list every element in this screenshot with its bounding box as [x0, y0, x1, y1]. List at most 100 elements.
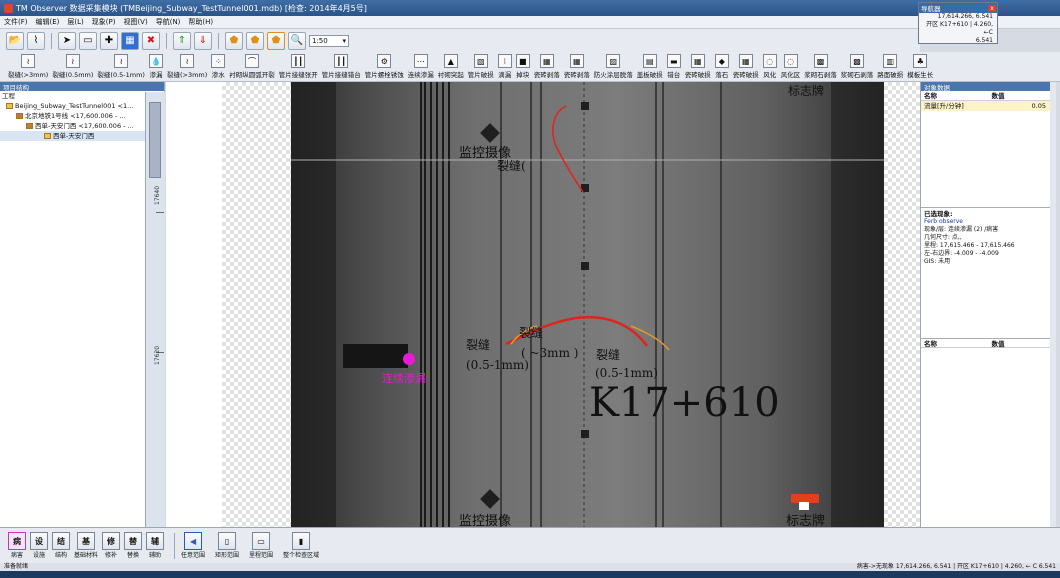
add-point-icon[interactable]: ✚: [100, 31, 118, 50]
tool-label: 盖板破损: [636, 71, 663, 79]
tool-rock-button[interactable]: ◆ 落石: [714, 52, 729, 79]
bell-icon[interactable]: ⬟: [225, 31, 243, 50]
crack-icon: ≀: [65, 54, 80, 68]
ruler-label: 17620: [154, 345, 162, 366]
tool-bolt-button[interactable]: ⚙ 管片螺栓锈蚀: [365, 52, 404, 79]
tool-water-button[interactable]: ⁘ 渗水: [211, 52, 226, 79]
tool-crack-button[interactable]: ≀ 裂缝(0.5-1mm): [97, 52, 145, 79]
seam-icon: ┃┃: [291, 54, 306, 68]
tree-item-project[interactable]: Beijing_Subway_TestTunnel001 <1...: [0, 101, 164, 111]
mode-cursor-button[interactable]: ◀ 任意范围: [181, 532, 205, 559]
weather-icon: ◌: [783, 54, 798, 68]
bell-active-icon[interactable]: ⬟: [267, 31, 285, 50]
category-0-button[interactable]: 病病害: [8, 532, 26, 559]
tool-leak-button[interactable]: ⋯ 连续渗漏: [408, 52, 434, 79]
tool-arc-button[interactable]: ⌒ 衬砌纵圆弧开裂: [229, 52, 275, 79]
polyline-icon[interactable]: ⌇: [27, 31, 45, 50]
zoom-select[interactable]: 1:50 ▾: [309, 34, 349, 47]
category-6-button[interactable]: 辅辅助: [146, 532, 165, 559]
tool-grow-button[interactable]: ♣ 模板生长: [907, 52, 933, 79]
tool-tile-button[interactable]: ▦ 瓷砖剥落: [564, 52, 590, 79]
tool-tile-button[interactable]: ▦ 瓷砖破损: [733, 52, 759, 79]
bell-alt-icon[interactable]: ⬟: [246, 31, 264, 50]
menu-edit[interactable]: 编辑(E): [32, 17, 64, 27]
tool-crack-button[interactable]: ≀ 裂缝(0.5mm): [52, 52, 93, 79]
mode-range-button[interactable]: ▭ 里程范围: [249, 532, 273, 559]
water-icon: ⁘: [211, 54, 226, 68]
seam-icon: ┃┃: [334, 54, 349, 68]
tool-break-button[interactable]: ▧ 管片破损: [468, 52, 494, 79]
category-1-button[interactable]: 设设施: [30, 532, 48, 559]
tool-masonry-button[interactable]: ▩ 浆砌石剥落: [804, 52, 837, 79]
status-bar: 准备就绪 病害->无现象 17,614.266, 6.541 | 开区 K17+…: [0, 563, 1060, 571]
label-sign-top: 标志牌: [788, 84, 825, 98]
leak-marker[interactable]: [403, 353, 415, 365]
category-label: 修补: [105, 552, 118, 559]
category-2-button[interactable]: 结结构: [52, 532, 70, 559]
mode-rect-button[interactable]: ▯ 矩形范围: [215, 532, 239, 559]
tree-root[interactable]: 工程: [0, 91, 164, 101]
select-rect-icon[interactable]: ▭: [79, 31, 97, 50]
tool-masonry-button[interactable]: ▩ 浆砌石剥落: [841, 52, 873, 79]
tool-weather-button[interactable]: ◌ 风化区: [781, 52, 800, 79]
menu-phenomenon[interactable]: 现象(P): [88, 17, 120, 27]
info-line: 左-右边界: -4.009 - -4.009: [924, 250, 999, 257]
menu-view[interactable]: 视图(V): [119, 17, 151, 27]
tool-bump-button[interactable]: ▲ 衬砌突起: [438, 52, 464, 79]
arrow-down-icon[interactable]: ⇓: [194, 31, 212, 50]
category-icon: 替: [124, 532, 143, 550]
menu-layer[interactable]: 层(L): [63, 17, 87, 27]
tool-weather-button[interactable]: ◌ 风化: [762, 52, 777, 79]
delete-icon[interactable]: ✖: [142, 31, 160, 50]
tool-drop-button[interactable]: 💧 渗漏: [148, 52, 163, 79]
tool-label: 瓷砖剥落: [563, 71, 590, 79]
tool-road-button[interactable]: ▥ 路面破损: [877, 52, 903, 79]
tool-drip-button[interactable]: ⁝ 滴漏: [497, 52, 512, 79]
right-panel-scrollbar[interactable]: [1050, 82, 1056, 527]
tool-tile-button[interactable]: ▦ 瓷砖破损: [685, 52, 711, 79]
open-folder-icon[interactable]: 📂: [6, 31, 24, 50]
navigator-window[interactable]: 导航器 x 17,614.266, 6.541 开区 K17+610 | 4.2…: [918, 2, 998, 44]
tree-item-subsection[interactable]: 西单-天安门西: [0, 131, 164, 141]
ruler-scroll-thumb[interactable]: [149, 102, 161, 178]
area-icon: ▮: [292, 532, 311, 550]
category-4-button[interactable]: 修修补: [102, 532, 121, 559]
zoom-icon[interactable]: 🔍: [288, 31, 306, 50]
menu-help[interactable]: 帮助(H): [184, 17, 217, 27]
line-icon: [16, 113, 23, 119]
property-row[interactable]: 流量[升/分钟] 0.05: [921, 101, 1056, 111]
tool-fire-button[interactable]: ▨ 防火涂层脱落: [594, 52, 633, 79]
category-3-button[interactable]: 基基础材料: [74, 532, 98, 559]
tool-crack-button[interactable]: ≀ 裂缝(>3mm): [8, 52, 48, 79]
mode-area-button[interactable]: ▮ 整个检查区域: [283, 532, 319, 559]
tunnel-image-canvas[interactable]: 监控摄像 裂缝( 标志牌 裂缝 裂缝 ( ~3mm ) 裂缝 (0.5-1mm)…: [291, 82, 884, 530]
close-icon[interactable]: x: [988, 4, 996, 12]
tree-item-line[interactable]: 北京地铁1号线 <17,600.006 - ...: [0, 111, 164, 121]
step-icon: ▬: [666, 54, 681, 68]
property-value[interactable]: 0.05: [984, 101, 1057, 111]
tool-label: 渗水: [211, 71, 225, 79]
tool-label: 裂缝(>3mm): [8, 71, 49, 79]
mileage-ruler[interactable]: 17640 17620: [145, 92, 165, 527]
menu-navigate[interactable]: 导航(N): [152, 17, 185, 27]
category-5-button[interactable]: 替替换: [124, 532, 143, 559]
tree-item-section[interactable]: 西单-天安门西 <17,600.006 - ...: [0, 121, 164, 131]
layers-icon[interactable]: ▦: [121, 31, 139, 50]
tool-crack-button[interactable]: ≀ 裂缝(>3mm): [167, 52, 207, 79]
tool-seam-button[interactable]: ┃┃ 管片接缝错台: [322, 52, 361, 79]
section-icon: [26, 123, 33, 129]
sign-marker[interactable]: [791, 494, 819, 503]
tool-block-button[interactable]: ■ 掉块: [515, 52, 530, 79]
label-leak: 连续渗漏: [382, 372, 426, 385]
tool-step-button[interactable]: ▬ 错台: [666, 52, 681, 79]
tool-cover-button[interactable]: ▤ 盖板破损: [637, 52, 663, 79]
tool-tile-button[interactable]: ▦ 瓷砖剥落: [534, 52, 560, 79]
tile-icon: ▦: [539, 54, 554, 68]
app-logo-icon: [4, 3, 13, 13]
menu-file[interactable]: 文件(F): [0, 17, 32, 27]
select-arrow-icon[interactable]: ➤: [58, 31, 76, 50]
arrow-up-icon[interactable]: ⇑: [173, 31, 191, 50]
tool-label: 衬砌纵圆弧开裂: [229, 71, 275, 79]
tool-seam-button[interactable]: ┃┃ 管片接缝张开: [279, 52, 318, 79]
database-icon: [6, 103, 13, 109]
